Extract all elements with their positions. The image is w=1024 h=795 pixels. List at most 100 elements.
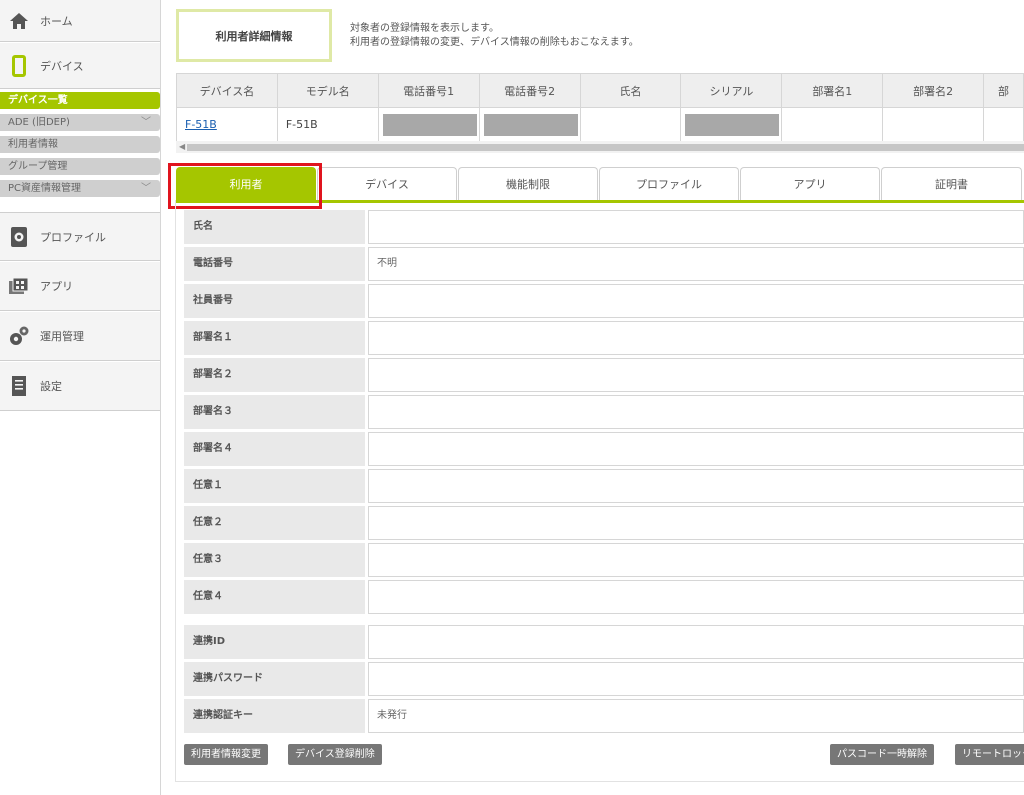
tab-device[interactable]: デバイス — [317, 167, 457, 200]
redacted-block — [685, 113, 780, 136]
horizontal-scrollbar[interactable]: ◀ — [176, 141, 1024, 153]
field-label: 連携パスワード — [184, 662, 365, 696]
page-description: 対象者の登録情報を表示します。 利用者の登録情報の変更、デバイス情報の削除もおこ… — [350, 22, 639, 50]
field-label: 任意１ — [184, 469, 365, 503]
nav-ops-label: 運用管理 — [40, 330, 84, 343]
description-line: 対象者の登録情報を表示します。 — [350, 23, 499, 34]
form-row-optional2: 任意２ — [184, 506, 1024, 540]
tab-restrictions[interactable]: 機能制限 — [458, 167, 598, 200]
field-value: 未発行 — [368, 699, 1024, 733]
nav-app-label: アプリ — [40, 280, 73, 293]
chevron-down-icon: ﹀ — [141, 183, 151, 194]
device-name-link[interactable]: F-51B — [185, 118, 217, 131]
form-row-optional1: 任意１ — [184, 469, 1024, 503]
sidebar-item-group[interactable]: グループ管理 — [0, 158, 160, 175]
edit-user-button[interactable]: 利用者情報変更 — [184, 744, 268, 765]
passcode-unlock-button[interactable]: パスコード一時解除 — [830, 744, 934, 765]
sidebar-item-user-info[interactable]: 利用者情報 — [0, 136, 160, 153]
field-value — [368, 432, 1024, 466]
sidebar-item-device-list[interactable]: デバイス一覧 — [0, 92, 160, 109]
settings-document-icon — [8, 375, 30, 397]
column-header[interactable]: シリアル — [680, 73, 783, 108]
tab-profile[interactable]: プロファイル — [599, 167, 739, 200]
column-header[interactable]: 電話番号2 — [478, 73, 581, 108]
field-label: 任意４ — [184, 580, 365, 614]
field-value — [368, 662, 1024, 696]
name-cell — [579, 107, 682, 142]
field-value: 不明 — [368, 247, 1024, 281]
field-value — [368, 284, 1024, 318]
sidebar-item-ade[interactable]: ADE (旧DEP) ﹀ — [0, 114, 160, 131]
scroll-left-icon[interactable]: ◀ — [179, 141, 185, 153]
redacted-block — [382, 113, 477, 136]
column-header[interactable]: 氏名 — [579, 73, 682, 108]
page-title: 利用者詳細情報 — [215, 29, 293, 43]
field-label: 社員番号 — [184, 284, 365, 318]
form-row-name: 氏名 — [184, 210, 1024, 244]
field-label: 任意２ — [184, 506, 365, 540]
form-row-phone: 電話番号 不明 — [184, 247, 1024, 281]
column-header[interactable]: モデル名 — [276, 73, 379, 108]
nav-home[interactable]: ホーム — [0, 0, 160, 42]
gears-icon — [8, 325, 30, 347]
field-value — [368, 625, 1024, 659]
apps-icon — [8, 275, 30, 297]
field-label: 部署名１ — [184, 321, 365, 355]
field-label: 部署名２ — [184, 358, 365, 392]
field-value — [368, 469, 1024, 503]
tab-user[interactable]: 利用者 — [176, 167, 316, 200]
sidebar-item-pc-assets[interactable]: PC資産情報管理 ﹀ — [0, 180, 160, 197]
detail-tabs: 利用者 デバイス 機能制限 プロファイル アプリ 証明書 — [176, 167, 1024, 203]
field-label: 部署名４ — [184, 432, 365, 466]
form-row-link-id: 連携ID — [184, 625, 1024, 659]
table-row: F-51B F-51B — [176, 107, 1024, 142]
column-header[interactable]: デバイス名 — [176, 73, 278, 108]
field-label: 氏名 — [184, 210, 365, 244]
nav-profile[interactable]: プロファイル — [0, 212, 160, 261]
column-header[interactable]: 部署名2 — [882, 73, 985, 108]
sidebar-item-label: ADE (旧DEP) — [8, 117, 70, 128]
tab-app[interactable]: アプリ — [740, 167, 880, 200]
sidebar: ホーム デバイス デバイス一覧 ADE (旧DEP) ﹀ 利用者情報 グループ管… — [0, 0, 161, 795]
field-label: 電話番号 — [184, 247, 365, 281]
nav-device[interactable]: デバイス — [0, 43, 160, 89]
form-row-link-auth-key: 連携認証キー 未発行 — [184, 699, 1024, 733]
tab-certificate[interactable]: 証明書 — [881, 167, 1022, 200]
tab-label: アプリ — [793, 178, 827, 191]
form-row-link-password: 連携パスワード — [184, 662, 1024, 696]
page-title-box: 利用者詳細情報 — [176, 9, 332, 62]
tab-label: プロファイル — [636, 178, 702, 191]
redacted-block — [483, 113, 578, 136]
tab-label: 利用者 — [229, 178, 263, 191]
form-row-employee-number: 社員番号 — [184, 284, 1024, 318]
field-label: 連携ID — [184, 625, 365, 659]
column-header[interactable]: 部 — [983, 73, 1024, 108]
delete-device-button[interactable]: デバイス登録削除 — [288, 744, 382, 765]
nav-app[interactable]: アプリ — [0, 262, 160, 311]
nav-settings[interactable]: 設定 — [0, 362, 160, 411]
device-name-cell: F-51B — [176, 107, 278, 142]
field-value — [368, 506, 1024, 540]
tab-label: 証明書 — [935, 178, 968, 191]
sidebar-item-label: 利用者情報 — [8, 139, 58, 150]
field-value — [368, 543, 1024, 577]
scrollbar-thumb[interactable] — [187, 144, 1024, 151]
chevron-down-icon: ﹀ — [141, 117, 151, 128]
nav-ops[interactable]: 運用管理 — [0, 312, 160, 361]
nav-home-label: ホーム — [40, 14, 73, 28]
field-value — [368, 210, 1024, 244]
field-value — [368, 321, 1024, 355]
form-row-department1: 部署名１ — [184, 321, 1024, 355]
phone2-cell — [478, 107, 581, 142]
field-label: 部署名３ — [184, 395, 365, 429]
tab-label: デバイス — [365, 178, 409, 191]
column-header[interactable]: 部署名1 — [781, 73, 884, 108]
department2-cell — [882, 107, 985, 142]
field-value — [368, 580, 1024, 614]
tab-label: 機能制限 — [506, 178, 550, 191]
model-name-cell: F-51B — [276, 107, 379, 142]
department3-cell — [983, 107, 1024, 142]
column-header[interactable]: 電話番号1 — [377, 73, 480, 108]
remote-lock-button[interactable]: リモートロック — [955, 744, 1024, 765]
form-row-optional3: 任意３ — [184, 543, 1024, 577]
